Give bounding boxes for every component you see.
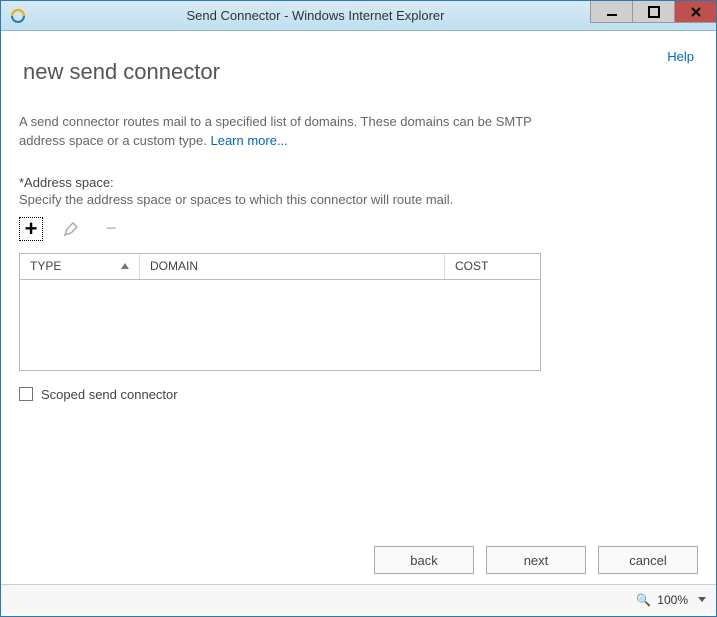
statusbar: 🔍 100% bbox=[1, 584, 716, 614]
learn-more-link[interactable]: Learn more... bbox=[210, 133, 287, 148]
magnifier-icon[interactable]: 🔍 bbox=[636, 593, 651, 607]
maximize-button[interactable] bbox=[632, 1, 674, 23]
address-space-table: TYPE DOMAIN COST bbox=[19, 253, 541, 371]
plus-icon: + bbox=[25, 218, 38, 240]
scoped-connector-label: Scoped send connector bbox=[41, 387, 178, 402]
close-button[interactable] bbox=[674, 1, 716, 23]
remove-button[interactable]: − bbox=[99, 217, 123, 241]
column-cost[interactable]: COST bbox=[445, 254, 540, 279]
column-domain-label: DOMAIN bbox=[150, 259, 198, 273]
minus-icon: − bbox=[106, 218, 117, 239]
wizard-buttons: back next cancel bbox=[19, 536, 698, 584]
edit-button[interactable] bbox=[59, 217, 83, 241]
add-button[interactable]: + bbox=[19, 217, 43, 241]
help-link[interactable]: Help bbox=[667, 49, 694, 64]
back-button[interactable]: back bbox=[374, 546, 474, 574]
cancel-button[interactable]: cancel bbox=[598, 546, 698, 574]
zoom-dropdown-icon[interactable] bbox=[698, 597, 706, 602]
table-body bbox=[20, 280, 540, 370]
address-space-label: *Address space: bbox=[19, 175, 698, 190]
minimize-button[interactable] bbox=[590, 1, 632, 23]
content-area: Help new send connector A send connector… bbox=[1, 31, 716, 584]
column-cost-label: COST bbox=[455, 259, 488, 273]
sort-asc-icon bbox=[121, 263, 129, 269]
page-title: new send connector bbox=[23, 59, 698, 85]
pencil-icon bbox=[63, 221, 79, 237]
scoped-connector-row: Scoped send connector bbox=[19, 387, 698, 402]
next-button[interactable]: next bbox=[486, 546, 586, 574]
column-domain[interactable]: DOMAIN bbox=[140, 254, 445, 279]
address-space-toolbar: + − bbox=[19, 217, 698, 241]
address-space-help: Specify the address space or spaces to w… bbox=[19, 192, 698, 207]
window-controls bbox=[590, 1, 716, 23]
titlebar: Send Connector - Windows Internet Explor… bbox=[1, 1, 716, 31]
ie-icon bbox=[9, 7, 27, 25]
scoped-connector-checkbox[interactable] bbox=[19, 387, 33, 401]
column-type-label: TYPE bbox=[30, 259, 61, 273]
table-header: TYPE DOMAIN COST bbox=[20, 254, 540, 280]
intro-text: A send connector routes mail to a specif… bbox=[19, 113, 579, 151]
column-type[interactable]: TYPE bbox=[20, 254, 140, 279]
zoom-level[interactable]: 100% bbox=[657, 593, 688, 607]
